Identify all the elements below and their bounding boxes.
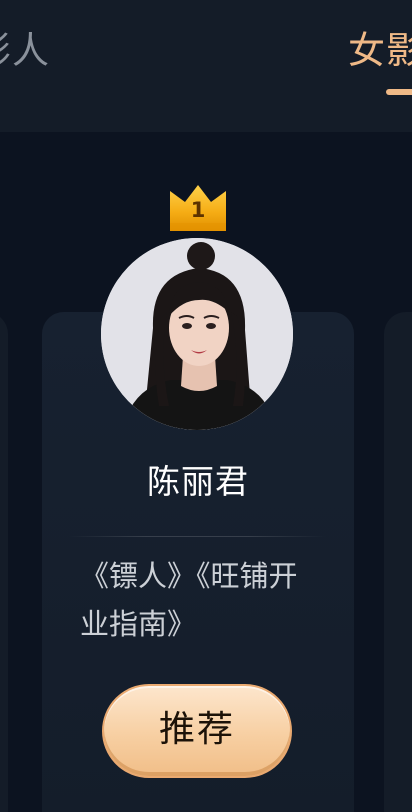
rank-number: 1 [190, 198, 206, 222]
crown-icon: 1 [168, 183, 228, 233]
active-tab-indicator [386, 89, 412, 95]
avatar[interactable] [101, 238, 293, 430]
avatar-photo [101, 238, 293, 430]
category-tabbar: 影人 女影 [0, 0, 412, 132]
tab-actresses[interactable]: 女影 [348, 26, 412, 76]
person-name: 陈丽君 [147, 462, 249, 501]
ranking-card-next[interactable] [384, 312, 412, 812]
card-divider [68, 536, 326, 537]
works-list: 《镖人》《旺铺开业指南》 [80, 559, 298, 641]
tab-actors[interactable]: 影人 [0, 26, 50, 76]
ranking-card-previous[interactable] [0, 312, 8, 812]
ranking-page: 影人 女影 1 [0, 0, 412, 812]
recommend-button[interactable]: 推荐 [102, 684, 292, 778]
